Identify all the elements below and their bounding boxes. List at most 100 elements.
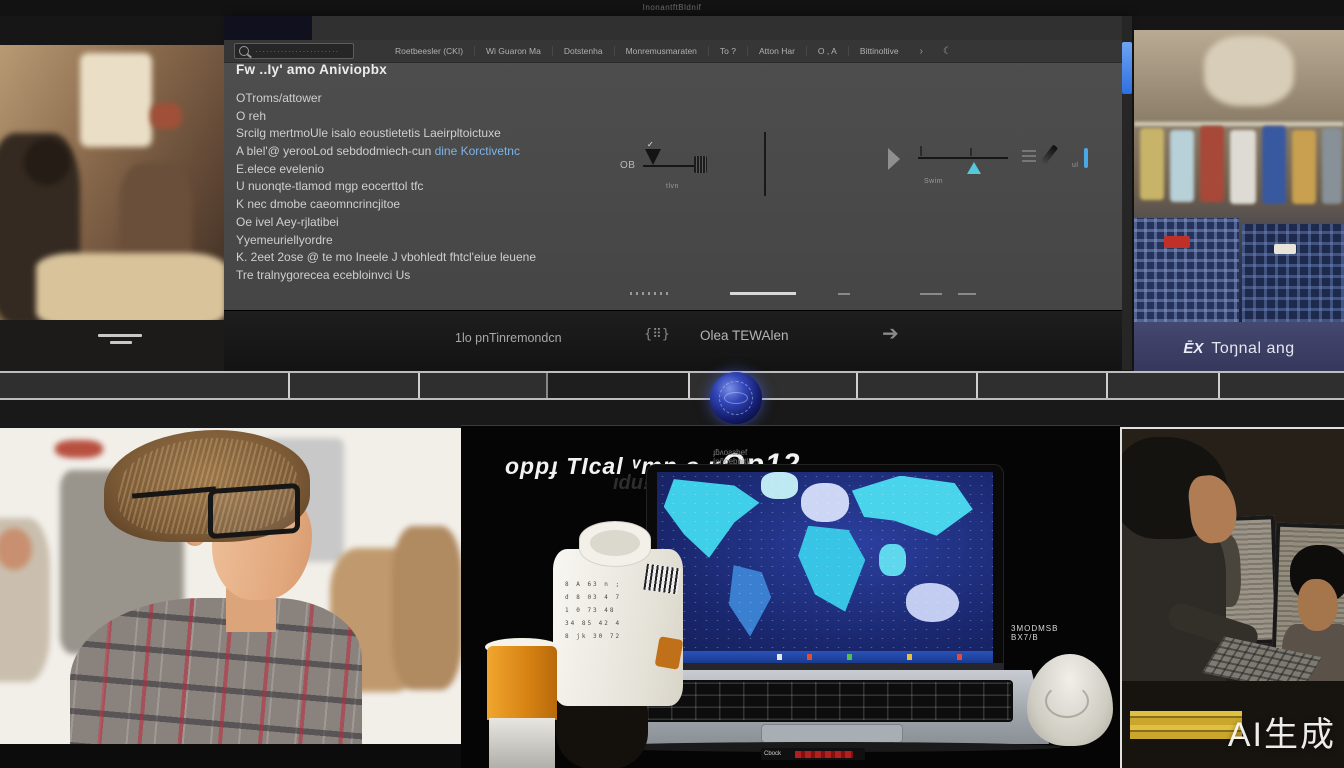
taskbar-item bbox=[847, 654, 852, 660]
menu-item-8[interactable]: Bittinoltive bbox=[848, 46, 910, 56]
document-heading: Fw ..Iy' amo Aniviopbx bbox=[236, 62, 387, 77]
label-row: 1 0 73 48 bbox=[565, 604, 639, 617]
band-divider bbox=[1106, 373, 1108, 398]
small-note-text: 3MODMSB BX7/B bbox=[1011, 624, 1058, 642]
texture bbox=[392, 526, 461, 690]
texture bbox=[1140, 128, 1164, 200]
band-divider bbox=[418, 373, 420, 398]
search-box[interactable] bbox=[234, 43, 354, 59]
status-left-text: 1lo pnTinremondcn bbox=[455, 331, 562, 345]
sticker-red-stripe bbox=[795, 751, 853, 758]
moon-icon[interactable]: ☾ bbox=[933, 46, 962, 57]
vertical-divider bbox=[764, 132, 766, 196]
brush-icon[interactable] bbox=[1040, 144, 1058, 165]
menu-item-1[interactable]: Roetbeesler (CKI) bbox=[384, 46, 474, 56]
hamburger-icon[interactable] bbox=[110, 341, 132, 344]
ruler-segment-highlight[interactable] bbox=[730, 292, 796, 295]
menu-item-6[interactable]: Atton Har bbox=[747, 46, 806, 56]
status-center-text: Olea TEWAlen bbox=[700, 328, 789, 343]
slider-left-sublabel: tlvn bbox=[666, 183, 679, 190]
student-photo bbox=[0, 428, 461, 744]
texture bbox=[1230, 130, 1256, 204]
band-divider bbox=[856, 373, 858, 398]
yellow-books bbox=[1130, 711, 1242, 739]
bottom-left-strip bbox=[0, 744, 461, 768]
dark-strip bbox=[0, 400, 1344, 428]
text-line: E.elece evelenio bbox=[236, 161, 796, 179]
white-bowl bbox=[1027, 654, 1113, 746]
workers-photo: AI生成 bbox=[1120, 427, 1344, 768]
menu-item-5[interactable]: To ? bbox=[708, 46, 747, 56]
menu-item-3[interactable]: Dotstenha bbox=[552, 46, 614, 56]
tiny-top-title: InonantftBldnif bbox=[643, 3, 702, 12]
label-row: 8 A 63 n ; bbox=[565, 578, 639, 591]
inline-link[interactable]: dine Korctivetnc bbox=[435, 144, 520, 158]
orange-mug bbox=[487, 646, 557, 720]
text-line: K nec dmobe caeomncrincjitoe bbox=[236, 196, 796, 214]
device-block bbox=[1242, 224, 1344, 322]
ruler-segment bbox=[838, 293, 850, 295]
band-divider bbox=[288, 373, 290, 398]
brand-logo: ĒX bbox=[1183, 340, 1203, 357]
window-titlebar[interactable] bbox=[224, 16, 1124, 40]
texture bbox=[24, 139, 70, 185]
window-tab[interactable] bbox=[224, 16, 312, 40]
band-divider bbox=[976, 373, 978, 398]
layers-icon[interactable] bbox=[1022, 150, 1036, 162]
blue-bar-icon[interactable] bbox=[1084, 148, 1088, 168]
texture bbox=[1292, 130, 1316, 204]
taskbar-item bbox=[957, 654, 962, 660]
laptop-scene: oppɟ TIcal ᵛmn ᴏ ĸQp12 ɟƃʌoƨƨbef ípñoebh… bbox=[461, 425, 1120, 768]
laptop-hinge bbox=[646, 663, 1004, 670]
search-icon bbox=[239, 46, 249, 56]
menu-item-7[interactable]: O , A bbox=[806, 46, 848, 56]
laptop-keyboard bbox=[645, 680, 1013, 722]
ruler-segment bbox=[630, 292, 668, 295]
texture bbox=[55, 440, 103, 458]
code-badge-icon: {⠿} bbox=[644, 327, 670, 342]
menu-item-4[interactable]: Monremusmaraten bbox=[614, 46, 708, 56]
faint-text: ıdu! bbox=[613, 472, 650, 495]
link-prefix: A blel'@ yerooLod sebdodmiech-cun bbox=[236, 144, 435, 158]
texture bbox=[1134, 122, 1344, 126]
ruler-segment bbox=[958, 293, 976, 295]
text-line: K. 2eet 2ose @ te mo Ineele J vbohledt f… bbox=[236, 249, 796, 267]
laptop-screen-worldmap bbox=[657, 472, 993, 651]
texture bbox=[150, 103, 182, 129]
scrollbar-track[interactable] bbox=[1122, 16, 1132, 370]
slider-left-marker-icon[interactable] bbox=[645, 149, 661, 165]
slider-right-track[interactable] bbox=[918, 157, 1008, 159]
text-line: Yyemeuriellyordre bbox=[236, 232, 796, 250]
menu-item-2[interactable]: Wi Guaron Ma bbox=[474, 46, 552, 56]
cafe-photo bbox=[0, 45, 224, 320]
taskbar-item bbox=[777, 654, 782, 660]
caption-text: Toŋnal ang bbox=[1211, 340, 1294, 358]
hamburger-icon[interactable] bbox=[98, 334, 142, 337]
label-row: 34 85 42 4 bbox=[565, 617, 639, 630]
ai-watermark: AI生成 bbox=[1228, 707, 1336, 756]
text-line: Srcilg mertmoUle isalo eoustietetis Laei… bbox=[236, 125, 796, 143]
status-bar: 1lo pnTinremondcn {⠿} Olea TEWAlen ➔ bbox=[224, 310, 1124, 371]
map-dots bbox=[657, 472, 993, 651]
texture bbox=[1322, 128, 1342, 204]
note-line: 3MODMSB bbox=[1011, 624, 1058, 633]
text-line: Oe ivel Aey-rjlatibei bbox=[236, 214, 796, 232]
right-panel-caption: ĒX Toŋnal ang bbox=[1134, 322, 1344, 375]
scrollbar-thumb[interactable] bbox=[1122, 42, 1132, 94]
text-line: OTroms/attower bbox=[236, 90, 796, 108]
editor-window: Roetbeesler (CKI) Wi Guaron Ma Dotstenha… bbox=[224, 16, 1124, 370]
slider-right-marker-icon[interactable] bbox=[967, 162, 981, 174]
toolbar-menu: Roetbeesler (CKI) Wi Guaron Ma Dotstenha… bbox=[384, 40, 962, 62]
grip-icon[interactable] bbox=[694, 156, 707, 173]
forward-arrow-icon[interactable]: ➔ bbox=[882, 321, 899, 345]
chevron-right-icon[interactable]: › bbox=[910, 46, 933, 57]
slider-right-sublabel: Swim bbox=[924, 178, 943, 185]
screenshot-stage: InonantftBldnif Roetbeesler (CKI) Wi Gua… bbox=[0, 0, 1344, 768]
texture bbox=[1170, 130, 1194, 202]
document-body: OTroms/attower O reh Srcilg mertmoUle is… bbox=[236, 90, 796, 285]
taskbar-item bbox=[807, 654, 812, 660]
glowing-orb-icon[interactable] bbox=[710, 372, 762, 424]
play-marker-icon[interactable] bbox=[888, 148, 900, 170]
device-block bbox=[1134, 218, 1239, 322]
search-input[interactable] bbox=[253, 46, 349, 57]
